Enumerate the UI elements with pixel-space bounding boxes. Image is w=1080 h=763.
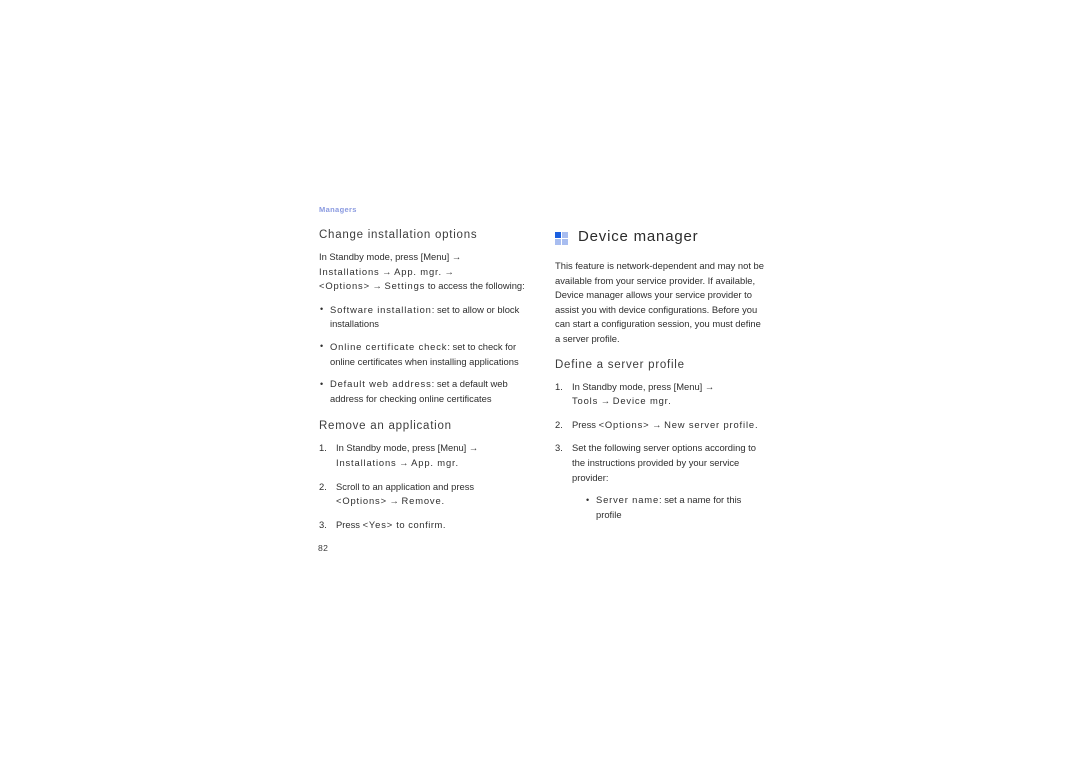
page-number: 82 [318, 543, 329, 553]
arrow-icon: → [652, 418, 662, 430]
step-text: In Standby mode, press [Menu] [572, 380, 705, 392]
intro-text-1: In Standby mode, press [Menu] [319, 251, 452, 262]
term-app-mgr: App. mgr. [411, 456, 459, 468]
arrow-icon: → [372, 280, 382, 292]
term-installations: Installations [319, 265, 380, 277]
list-item: Set the following server options accordi… [555, 441, 767, 522]
arrow-icon: → [399, 456, 409, 468]
list-item: Software installation: set to allow or b… [319, 302, 531, 332]
server-options-list: Server name: set a name for this profile [585, 493, 767, 522]
term-options: <Options> [336, 495, 387, 507]
term-yes: <Yes> [362, 518, 394, 530]
change-installation-intro: In Standby mode, press [Menu] → Installat… [319, 250, 531, 294]
list-item: Server name: set a name for this profile [585, 493, 767, 522]
bullet-term: Software installation [330, 303, 432, 315]
running-head: Managers [319, 205, 357, 214]
step-text: to confirm. [393, 518, 447, 530]
arrow-icon: → [704, 380, 715, 392]
step-text: Press [572, 418, 599, 430]
left-column: Change installation options In Standby m… [319, 228, 531, 532]
list-item: Press <Yes> to confirm. [319, 518, 531, 533]
manual-page: Managers Change installation options In … [0, 0, 1080, 763]
device-manager-intro: This feature is network-dependent and ma… [555, 260, 764, 344]
remove-application-steps: In Standby mode, press [Menu] → Installat… [319, 441, 531, 532]
arrow-icon: → [468, 442, 479, 454]
step-text: Press [336, 518, 363, 530]
heading-remove-an-application: Remove an application [319, 420, 452, 433]
installation-options-list: Software installation: set to allow or b… [319, 302, 531, 407]
bullet-term: Online certificate check [330, 340, 448, 352]
page-title-label: Device manager [578, 228, 699, 245]
term-new-server-profile: New server profile. [664, 418, 759, 430]
term-options: <Options> [319, 280, 370, 292]
grid-squares-icon [555, 232, 568, 245]
list-item: In Standby mode, press [Menu] → Installat… [319, 441, 531, 470]
heading-change-installation-options: Change installation options [319, 229, 478, 241]
arrow-icon: → [389, 495, 399, 507]
step-text: Set the following server options accordi… [572, 442, 756, 483]
step-text: In Standby mode, press [Menu] [336, 442, 469, 454]
arrow-icon: → [600, 395, 611, 407]
intro-text-2: to access the following: [425, 280, 525, 292]
step-text: Scroll to an application and press [336, 480, 475, 492]
bullet-term: Default web address [330, 378, 432, 390]
heading-define-a-server-profile: Define a server profile [555, 358, 685, 371]
term-tools: Tools [572, 395, 599, 407]
page-title: Device manager [555, 228, 767, 246]
term-device-mgr: Device mgr. [612, 395, 672, 407]
right-column: Device manager This feature is network-d… [555, 228, 767, 530]
define-server-profile-steps: In Standby mode, press [Menu] → Tools → D… [555, 380, 767, 523]
term-settings: Settings [384, 280, 426, 292]
bullet-term: Server name [596, 494, 660, 506]
term-remove: Remove. [401, 495, 445, 507]
list-item: Default web address: set a default web a… [319, 377, 531, 406]
term-installations: Installations [336, 456, 397, 468]
term-app-mgr: App. mgr. [394, 265, 442, 277]
arrow-icon: → [451, 251, 462, 262]
arrow-icon: → [382, 265, 392, 277]
list-item: Online certificate check: set to check f… [319, 339, 531, 369]
arrow-icon: → [444, 265, 454, 277]
list-item: Press <Options> → New server profile. [555, 418, 767, 433]
list-item: In Standby mode, press [Menu] → Tools → D… [555, 380, 767, 409]
term-options: <Options> [598, 418, 650, 430]
list-item: Scroll to an application and press <Opti… [319, 480, 531, 509]
